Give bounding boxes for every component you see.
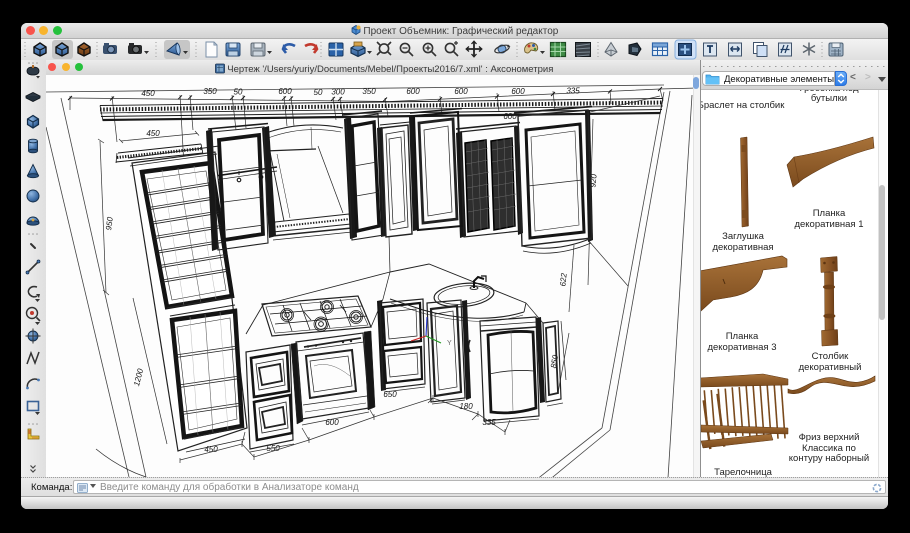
- svg-text:1200: 1200: [132, 367, 145, 387]
- svg-text:50: 50: [234, 88, 243, 97]
- svg-text:600: 600: [278, 87, 292, 96]
- svg-text:350: 350: [203, 87, 217, 96]
- svg-text:600: 600: [406, 87, 420, 96]
- svg-text:335: 335: [566, 87, 580, 96]
- svg-text:622: 622: [558, 272, 568, 287]
- svg-text:850: 850: [549, 354, 560, 369]
- svg-text:600: 600: [454, 87, 468, 96]
- svg-text:Y: Y: [447, 340, 452, 347]
- svg-text:950: 950: [104, 216, 115, 231]
- svg-text:450: 450: [146, 129, 160, 138]
- svg-text:50: 50: [314, 88, 323, 97]
- svg-text:350: 350: [362, 87, 376, 96]
- svg-text:450: 450: [141, 89, 155, 98]
- svg-text:300: 300: [331, 88, 345, 97]
- svg-text:600: 600: [511, 87, 525, 96]
